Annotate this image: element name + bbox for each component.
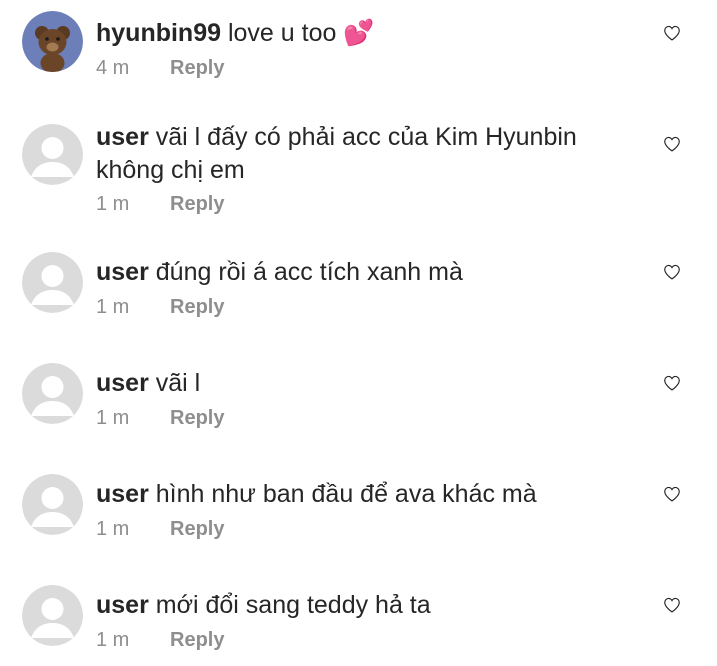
comment-text: vãi l (155, 369, 201, 397)
avatar[interactable] (22, 363, 83, 424)
heart-outline-icon[interactable] (663, 25, 681, 41)
heart-outline-icon[interactable] (663, 375, 681, 391)
comment-username[interactable]: user (96, 369, 149, 397)
default-avatar-icon (22, 252, 83, 313)
comment-text: hình như ban đầu để ava khác mà (155, 480, 537, 508)
heart-outline-icon[interactable] (663, 597, 681, 613)
avatar[interactable] (22, 585, 83, 646)
comment-meta: 1 m Reply (96, 517, 224, 541)
heart-outline-icon[interactable] (663, 264, 681, 280)
avatar[interactable] (22, 252, 83, 313)
avatar[interactable] (22, 11, 83, 72)
heart-outline-icon[interactable] (663, 486, 681, 502)
comment-meta: 1 m Reply (96, 295, 224, 319)
comment-time: 4 m (96, 57, 130, 79)
default-avatar-icon (22, 474, 83, 535)
comment-time: 1 m (96, 629, 130, 651)
comment-username[interactable]: hyunbin99 (96, 19, 221, 47)
comment-body: user vãi l đấy có phải acc của Kim Hyunb… (96, 121, 641, 187)
comment-meta: 1 m Reply (96, 628, 224, 652)
comment-meta: 1 m Reply (96, 192, 224, 216)
comment-meta: 4 m Reply (96, 56, 224, 80)
comment-text: đúng rồi á acc tích xanh mà (155, 258, 463, 286)
comment-time: 1 m (96, 518, 130, 540)
avatar[interactable] (22, 124, 83, 185)
heart-outline-icon[interactable] (663, 136, 681, 152)
reply-button[interactable]: Reply (170, 296, 224, 318)
comment-text: mới đổi sang teddy hả ta (155, 591, 431, 619)
reply-button[interactable]: Reply (170, 193, 224, 215)
comment-time: 1 m (96, 296, 130, 318)
comment-body: user đúng rồi á acc tích xanh mà (96, 256, 641, 289)
reply-button[interactable]: Reply (170, 407, 224, 429)
default-avatar-icon (22, 124, 83, 185)
reply-button[interactable]: Reply (170, 629, 224, 651)
teddy-bear-avatar-icon (22, 11, 83, 72)
comment-username[interactable]: user (96, 258, 149, 286)
comment-text: vãi l đấy có phải acc của Kim Hyunbin kh… (96, 123, 577, 184)
avatar[interactable] (22, 474, 83, 535)
comment-username[interactable]: user (96, 480, 149, 508)
comment-body: user mới đổi sang teddy hả ta (96, 589, 641, 622)
comment-username[interactable]: user (96, 591, 149, 619)
comment-username[interactable]: user (96, 123, 149, 151)
comment-time: 1 m (96, 193, 130, 215)
reply-button[interactable]: Reply (170, 518, 224, 540)
comment-body: hyunbin99 love u too 💕 (96, 17, 641, 50)
default-avatar-icon (22, 585, 83, 646)
comment-text: love u too 💕 (227, 19, 375, 47)
comment-meta: 1 m Reply (96, 406, 224, 430)
comment-time: 1 m (96, 407, 130, 429)
reply-button[interactable]: Reply (170, 57, 224, 79)
default-avatar-icon (22, 363, 83, 424)
comment-body: user vãi l (96, 367, 641, 400)
comment-body: user hình như ban đầu để ava khác mà (96, 478, 641, 511)
